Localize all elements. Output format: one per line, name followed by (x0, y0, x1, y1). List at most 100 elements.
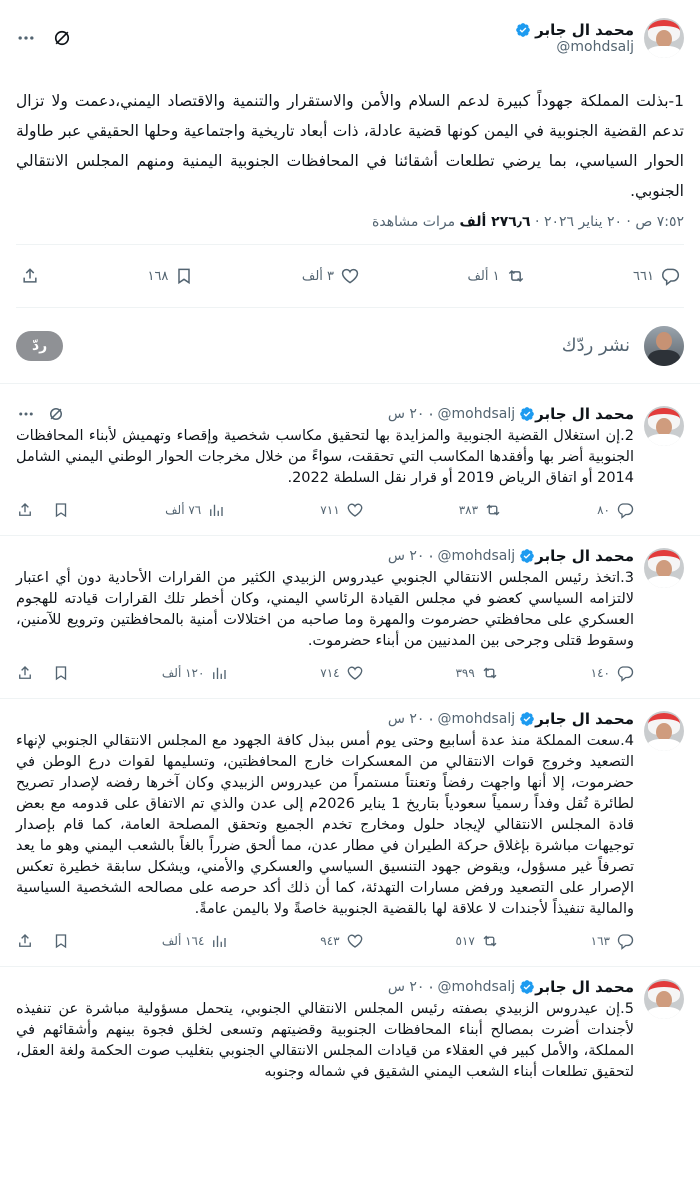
like-button[interactable]: ٩٤٣ (320, 932, 363, 950)
author-display-name[interactable]: محمد ال جابر (535, 710, 634, 728)
bookmark-button[interactable] (52, 932, 70, 950)
bookmark-button[interactable]: ١٦٨ (147, 266, 194, 286)
repost-icon (483, 935, 497, 947)
views-button[interactable]: ١٦٤ ألف (162, 932, 229, 950)
views-icon (213, 667, 227, 679)
reply-icon (617, 503, 634, 519)
share-icon (19, 934, 31, 947)
thread-tweet-header: محمد ال جابر @mohdsalj · ٢٠ س (387, 709, 634, 729)
reply-button[interactable]: ١٤٠ (591, 664, 634, 682)
thread-tweet-actions: ١٦٣ ٥١٧ ٩٤٣ ١٦٤ ألف (16, 924, 634, 958)
like-button[interactable]: ٧١١ (320, 501, 363, 519)
main-tweet-text: 1-بذلت المملكة جهوداً كبيرة لدعم السلام … (16, 92, 684, 200)
verified-badge-icon (520, 712, 535, 726)
bookmark-count: ١٦٨ (147, 268, 169, 284)
reply-button[interactable]: ١٦٣ (591, 932, 634, 950)
tweet-page: محمد ال جابر @mohdsalj 1-بذلت المملكة جه… (0, 0, 700, 1200)
bookmark-icon (178, 268, 191, 285)
views-icon (210, 504, 223, 516)
views-button[interactable]: ٧٦ ألف (165, 501, 225, 519)
repost-button[interactable]: ١ ألف (467, 266, 525, 286)
views-label: مرات مشاهدة (372, 214, 460, 230)
share-button[interactable] (16, 664, 34, 682)
reply-icon (662, 268, 680, 286)
repost-count: ٥١٧ (455, 934, 475, 948)
author-display-name[interactable]: محمد ال جابر (535, 978, 634, 996)
thread-list: محمد ال جابر @mohdsalj · ٢٠ س 2.إن استغل… (0, 394, 700, 1091)
views-count: ١٢٠ ألف (161, 666, 205, 680)
tweet-time[interactable]: ٢٠ س (388, 979, 425, 995)
bookmark-button[interactable] (52, 664, 70, 682)
share-icon (19, 503, 31, 516)
reply-input[interactable]: نشر ردّك (63, 335, 630, 356)
more-icon[interactable] (16, 404, 36, 424)
reply-count: ٦٦١ (633, 268, 654, 284)
reply-submit-button[interactable]: ردّ (16, 330, 64, 361)
author-handle[interactable]: @mohdsalj (438, 979, 516, 995)
like-button[interactable]: ٧١٤ (320, 664, 363, 682)
tweet-time[interactable]: ٢٠ س (388, 711, 425, 727)
views-icon (213, 935, 227, 947)
like-count: ٣ ألف (301, 268, 335, 284)
main-tweet-header: محمد ال جابر @mohdsalj (16, 12, 684, 64)
verified-badge-icon (520, 549, 535, 563)
verified-badge-icon (520, 407, 535, 421)
tweet-time[interactable]: ٧:٥٢ ص · ٢٠ يناير ٢٠٢٦ · (531, 214, 684, 230)
author-avatar[interactable] (644, 18, 684, 58)
like-icon (347, 666, 362, 680)
bookmark-icon (55, 503, 67, 518)
thread-tweet[interactable]: محمد ال جابر @mohdsalj · ٢٠ س 3.اتخذ رئي… (0, 536, 700, 699)
repost-count: ٣٩٩ (455, 666, 475, 680)
tweet-time[interactable]: ٢٠ س (388, 548, 425, 564)
reply-button[interactable]: ٨٠ (597, 501, 634, 519)
repost-count: ١ ألف (467, 268, 500, 284)
grok-icon[interactable] (46, 404, 66, 424)
author-avatar[interactable] (644, 406, 684, 446)
author-avatar[interactable] (644, 979, 684, 1019)
author-display-name[interactable]: محمد ال جابر (535, 405, 634, 423)
author-display-name[interactable]: محمد ال جابر (535, 21, 634, 39)
tweet-meta: ٧:٥٢ ص · ٢٠ يناير ٢٠٢٦ · ٢٧٦٫٦ ألف مرات … (16, 214, 684, 240)
author-handle[interactable]: @mohdsalj (438, 548, 516, 564)
views-count: ٢٧٦٫٦ ألف (459, 214, 531, 230)
author-display-name[interactable]: محمد ال جابر (535, 547, 634, 565)
reply-icon (617, 666, 634, 682)
author-handle[interactable]: @mohdsalj (438, 406, 516, 422)
bookmark-icon (55, 666, 67, 681)
grok-icon[interactable] (52, 28, 72, 48)
repost-button[interactable]: ٣٨٣ (459, 501, 502, 519)
thread-tweet-actions: ١٤٠ ٣٩٩ ٧١٤ ١٢٠ ألف (16, 656, 634, 690)
share-icon (23, 268, 37, 283)
bookmark-button[interactable] (52, 501, 70, 519)
like-button[interactable]: ٣ ألف (302, 266, 360, 286)
author-handle[interactable]: @mohdsalj (515, 39, 634, 55)
current-user-avatar[interactable] (644, 325, 684, 366)
share-button[interactable] (16, 501, 34, 519)
thread-tweet-header: محمد ال جابر @mohdsalj · ٢٠ س (387, 977, 634, 997)
share-button[interactable] (20, 266, 40, 286)
thread-tweet[interactable]: محمد ال جابر @mohdsalj · ٢٠ س 5.إن عيدرو… (0, 967, 700, 1091)
repost-count: ٣٨٣ (458, 503, 479, 517)
reply-icon (617, 934, 634, 950)
author-avatar[interactable] (644, 548, 684, 588)
more-icon[interactable] (16, 28, 36, 48)
share-button[interactable] (16, 932, 34, 950)
like-icon (347, 934, 362, 948)
tweet-time[interactable]: ٢٠ س (388, 406, 425, 422)
author-handle[interactable]: @mohdsalj (438, 711, 516, 727)
thread-tweet-header: محمد ال جابر @mohdsalj · ٢٠ س (16, 404, 634, 424)
share-icon (19, 666, 31, 679)
thread-tweet[interactable]: محمد ال جابر @mohdsalj · ٢٠ س 2.إن استغل… (0, 394, 700, 536)
reply-composer: نشر ردّك ردّ (0, 308, 700, 384)
views-count: ٧٦ ألف (165, 503, 202, 517)
repost-button[interactable]: ٣٩٩ (455, 664, 498, 682)
verified-badge-icon (516, 23, 531, 37)
thread-tweet[interactable]: محمد ال جابر @mohdsalj · ٢٠ س 4.سعت المم… (0, 699, 700, 967)
views-button[interactable]: ١٢٠ ألف (162, 664, 229, 682)
author-avatar[interactable] (644, 711, 684, 751)
repost-button[interactable]: ٥١٧ (455, 932, 498, 950)
reply-button[interactable]: ٦٦١ (633, 266, 680, 286)
repost-icon (483, 667, 497, 679)
repost-icon (508, 269, 523, 283)
thread-tweet-text: 2.إن استغلال القضية الجنوبية والمزايدة ب… (16, 428, 634, 486)
